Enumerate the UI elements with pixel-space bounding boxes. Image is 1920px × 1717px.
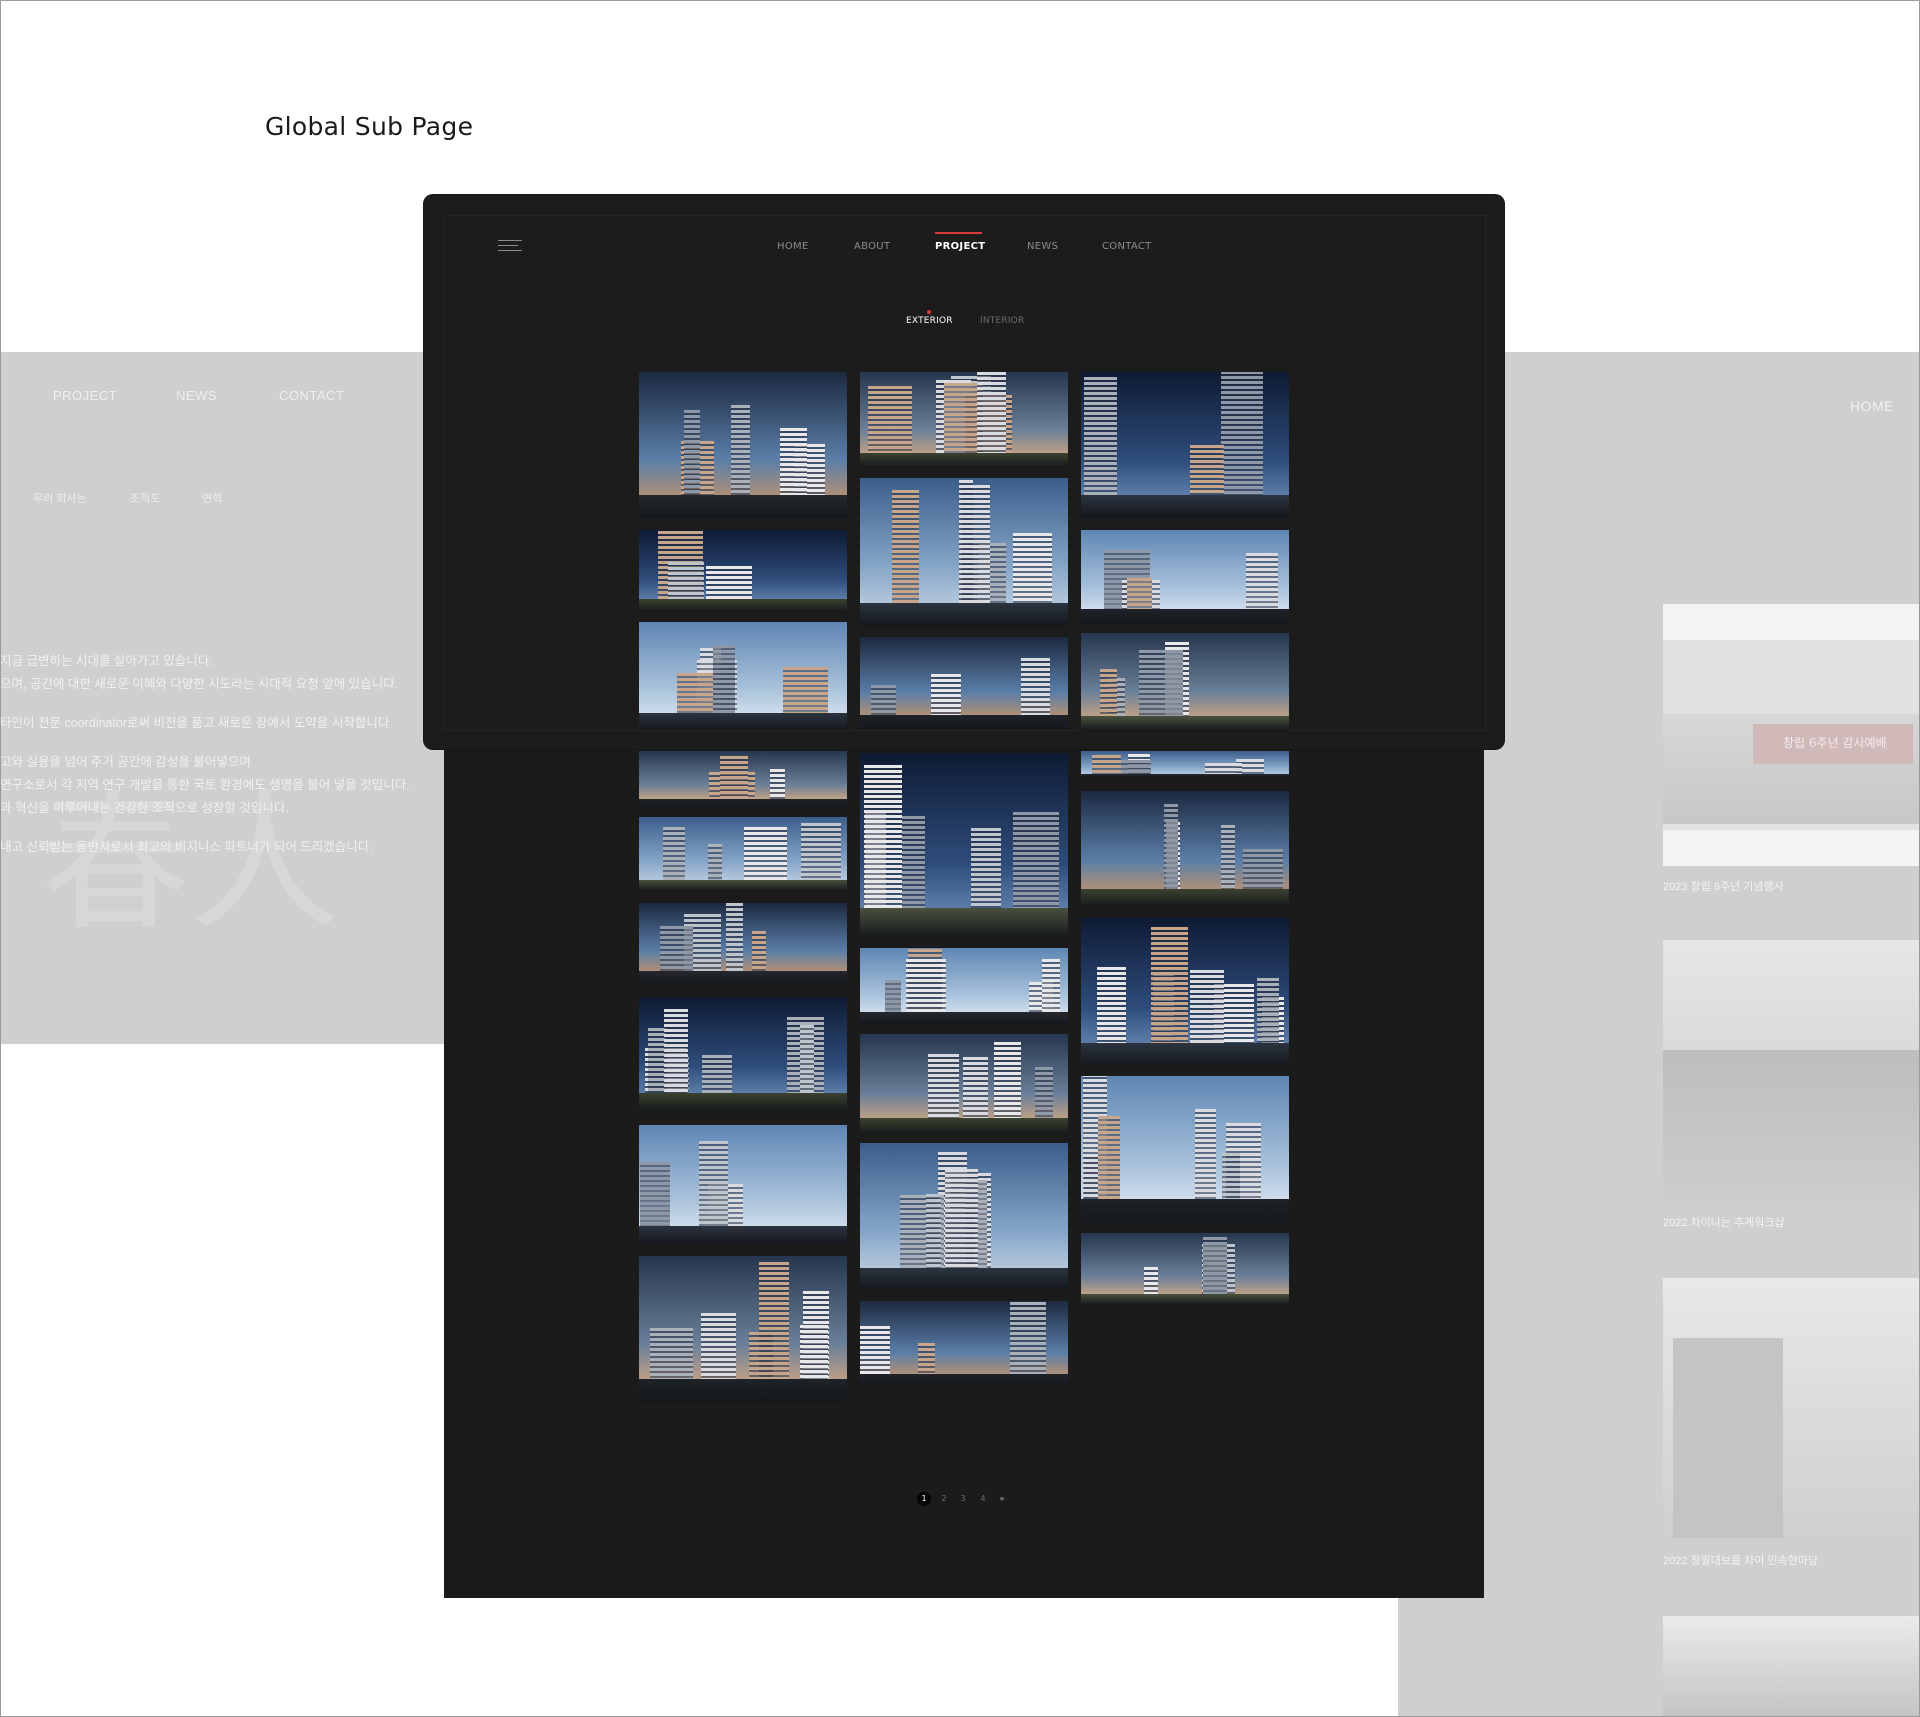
body-line: [0, 735, 440, 751]
body-line: 지금 급변하는 시대를 살아가고 있습니다.: [0, 654, 213, 668]
background-nav-contact: CONTACT: [279, 388, 345, 403]
project-thumbnail-aerial-night-district[interactable]: [860, 478, 1068, 626]
tab-interior[interactable]: INTERIOR: [980, 316, 1024, 326]
body-line: 타인이 전문 coordinator로써 비전을 품고 새로운 장에서 도약을 …: [0, 716, 390, 730]
body-line: 고와 실용을 넘어 주거 공간에 감성을 불어넣으며: [0, 755, 251, 769]
page-button-1[interactable]: 1: [917, 1492, 931, 1506]
project-thumbnail-dusk-skyline[interactable]: [639, 1125, 847, 1245]
nav-item-news[interactable]: NEWS: [1027, 241, 1058, 252]
news-photo: [1663, 940, 1920, 1202]
tab-active-indicator: [927, 310, 931, 314]
body-line: [0, 820, 440, 836]
news-photo: [1663, 1278, 1920, 1540]
project-thumbnail-tall-towers-day[interactable]: [639, 997, 847, 1111]
news-caption: 2022 정월대보름 차이 민속한마당: [1663, 1555, 1819, 1567]
background-subnav-history: 연혁: [202, 493, 223, 505]
background-nav-project: PROJECT: [53, 388, 118, 403]
project-thumbnail-tower-aerial-green[interactable]: [1081, 372, 1289, 518]
project-thumbnail-towers-riverside[interactable]: [639, 903, 847, 983]
project-thumbnail-riverside-towers-day[interactable]: [860, 1301, 1068, 1387]
tab-exterior[interactable]: EXTERIOR: [906, 316, 953, 326]
page-button-2[interactable]: 2: [937, 1492, 951, 1506]
news-photo: [1663, 1616, 1920, 1717]
news-photo: 창립 6주년 감사예배: [1663, 604, 1920, 866]
project-thumbnail-tower-block-sunset[interactable]: [860, 1034, 1068, 1134]
project-thumbnail-aerial-daylight-campus[interactable]: [860, 753, 1068, 937]
next-page-button[interactable]: »: [995, 1492, 1009, 1506]
project-thumbnail-terrace-rooftop-plaza[interactable]: [1081, 530, 1289, 624]
news-photo-banner: 창립 6주년 감사예배: [1783, 736, 1887, 750]
nav-item-contact[interactable]: CONTACT: [1102, 241, 1152, 252]
background-home-link: HOME: [1850, 398, 1894, 414]
project-thumbnail-twin-tower-dusk[interactable]: [639, 817, 847, 891]
page-button-4[interactable]: 4: [976, 1492, 990, 1506]
project-thumbnail-dark-strip[interactable]: [1081, 751, 1289, 778]
project-thumbnail-arcade-entrance-night[interactable]: [860, 637, 1068, 729]
body-line: 으며, 공간에 대한 새로운 이해와 다양한 시도라는 시대적 요청 앞에 있습…: [0, 677, 399, 691]
project-thumbnail-twin-tower-dusk-2[interactable]: [1081, 791, 1289, 907]
project-thumbnail-tower-evening-street-2[interactable]: [860, 1143, 1068, 1291]
page-heading: Global Sub Page: [265, 112, 474, 141]
project-thumbnail-towers-worms-eye[interactable]: [1081, 1233, 1289, 1305]
project-thumbnail-tower-aerial-green-2[interactable]: [1081, 1076, 1289, 1222]
project-thumbnail-aerial-curved-towers[interactable]: [860, 948, 1068, 1024]
nav-active-indicator: [935, 232, 982, 234]
body-line: 내고 신뢰받는 동반자로서 최고의 비지니스 파트너가 되어 드리겠습니다.: [0, 840, 373, 854]
project-thumbnail-white-office-block[interactable]: [1081, 633, 1289, 731]
background-subnav-org: 조직도: [130, 493, 161, 505]
page-button-3[interactable]: 3: [956, 1492, 970, 1506]
background-subnav-company: 우리 회사는: [33, 493, 87, 505]
background-body-text: 지금 급변하는 시대를 살아가고 있습니다. 으며, 공간에 대한 새로운 이해…: [0, 650, 440, 859]
project-thumbnail-white-canopy-facade[interactable]: [639, 622, 847, 730]
nav-item-about[interactable]: ABOUT: [854, 241, 890, 252]
nav-item-project[interactable]: PROJECT: [935, 241, 985, 252]
project-thumbnail-towers-sunset-panorama[interactable]: [639, 530, 847, 612]
nav-item-home[interactable]: HOME: [777, 241, 809, 252]
project-thumbnail-aerial-mixed-use[interactable]: [639, 1256, 847, 1402]
body-line: 과 혁신을 이루어내는 건강한 조직으로 성장할 것입니다.: [0, 801, 289, 815]
project-thumbnail-night-city-complex[interactable]: [639, 751, 847, 807]
project-thumbnail-tower-evening-street[interactable]: [639, 372, 847, 518]
background-about-page: PROJECT NEWS CONTACT 우리 회사는 조직도 연혁 春人 지금…: [0, 352, 444, 1044]
background-nav-news: NEWS: [176, 388, 217, 403]
project-thumbnail-curved-tower-night[interactable]: [860, 372, 1068, 468]
news-caption: 2022 차이나는 추계워크샵: [1663, 1217, 1785, 1229]
body-line: [0, 696, 440, 712]
hamburger-menu-icon[interactable]: [498, 240, 522, 252]
project-thumbnail-towers-sunset-hills[interactable]: [1081, 918, 1289, 1066]
news-caption: 2023 창립 6주년 기념행사: [1663, 881, 1784, 893]
body-line: 연구소로서 각 지역 연구 개발을 통한 국토 환경에도 생명을 불어 넣을 것…: [0, 778, 410, 792]
